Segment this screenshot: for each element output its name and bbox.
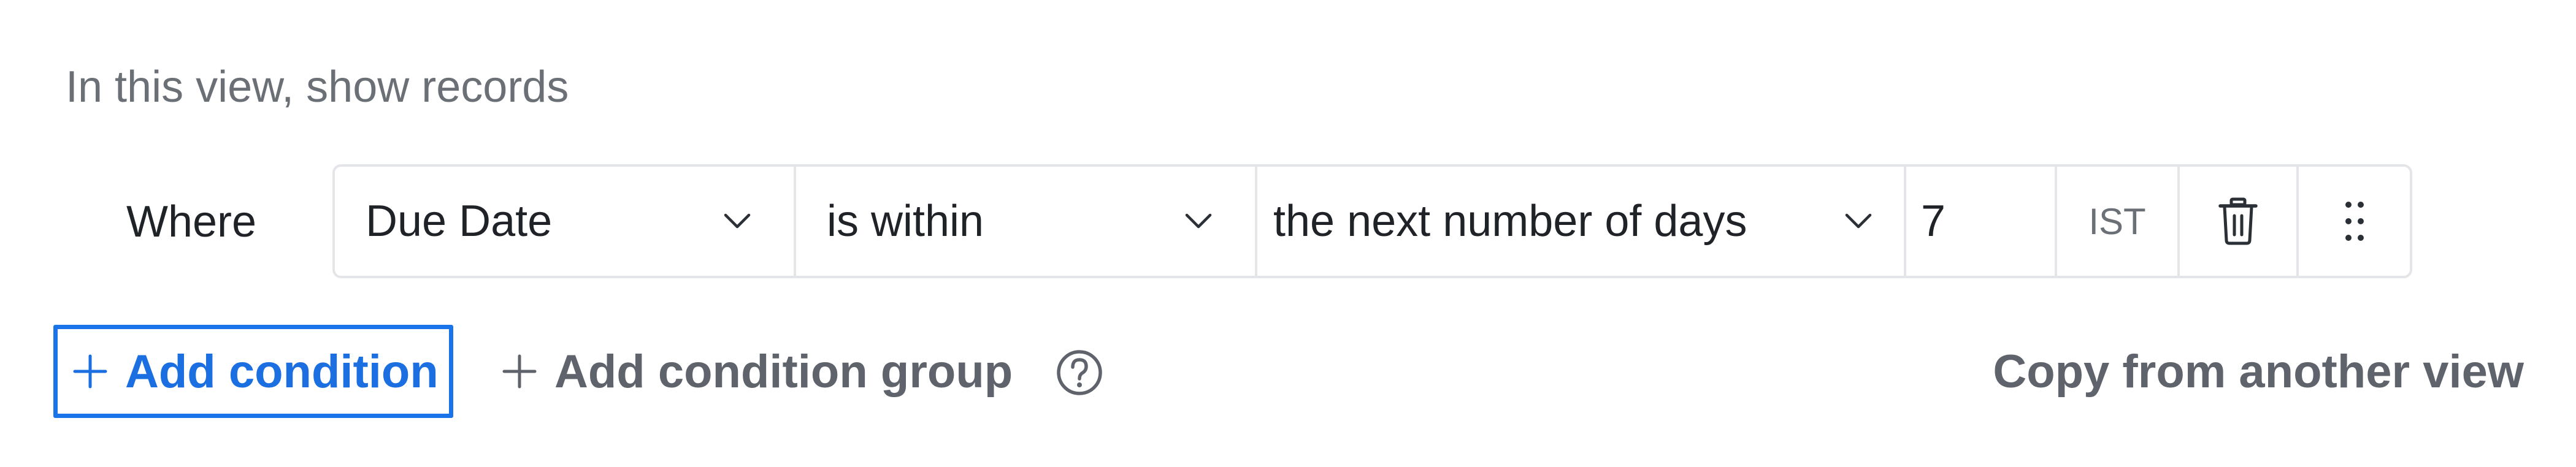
- add-condition-group-label: Add condition group: [554, 345, 1013, 398]
- copy-from-another-view-link[interactable]: Copy from another view: [1993, 325, 2524, 418]
- date-mode-select-value: the next number of days: [1273, 197, 1747, 246]
- field-select-value: Due Date: [366, 197, 553, 246]
- delete-condition-button[interactable]: [2180, 167, 2299, 276]
- filter-panel: In this view, show records Where Due Dat…: [0, 0, 2576, 467]
- plus-icon: [73, 354, 107, 389]
- add-condition-label: Add condition: [125, 345, 439, 398]
- add-condition-group-button[interactable]: Add condition group: [502, 325, 1013, 418]
- date-mode-select[interactable]: the next number of days: [1257, 167, 1906, 276]
- drag-handle-icon: [2345, 202, 2364, 241]
- trash-icon: [2218, 197, 2258, 245]
- plus-icon: [502, 354, 537, 389]
- days-value-input[interactable]: 7: [1906, 167, 2057, 276]
- add-condition-button[interactable]: Add condition: [53, 325, 453, 418]
- chevron-down-icon: [1185, 213, 1212, 229]
- timezone-badge: IST: [2057, 167, 2180, 276]
- chevron-down-icon: [724, 213, 751, 229]
- drag-handle[interactable]: [2299, 167, 2410, 276]
- help-icon[interactable]: [1055, 348, 1104, 397]
- field-select[interactable]: Due Date: [335, 167, 796, 276]
- chevron-down-icon: [1845, 213, 1872, 229]
- timezone-label: IST: [2088, 200, 2146, 242]
- where-label: Where: [126, 197, 257, 246]
- filter-actions: Add condition Add condition group Copy f…: [0, 325, 2576, 420]
- days-value: 7: [1921, 197, 1946, 246]
- operator-select-value: is within: [827, 197, 984, 246]
- filter-heading: In this view, show records: [66, 63, 569, 112]
- operator-select[interactable]: is within: [796, 167, 1257, 276]
- condition-row: Due Date is within the next number of da…: [332, 164, 2412, 278]
